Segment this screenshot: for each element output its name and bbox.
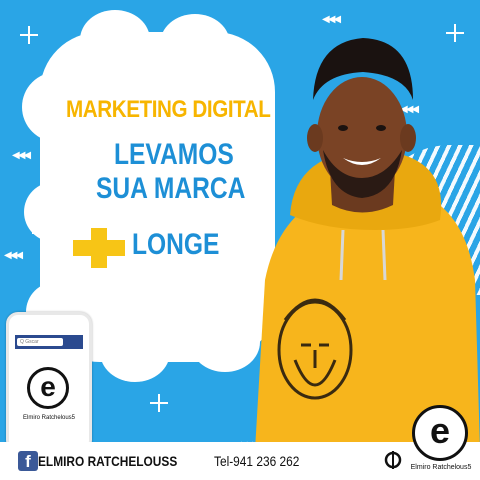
ad-poster: ◀◀◀ ◀◀◀ ◀◀◀ ◀◀◀ ◀◀◀ ◀◀◀ ◀◀◀ MARKETING DI… [0,0,480,480]
arrows-icon: ◀◀◀ [4,250,23,261]
brand-logo-icon: e [27,367,69,409]
headline-levamos: LEVAMOS [114,138,234,171]
brand-logo-letter: e [40,371,56,402]
sparkle-icon [20,26,38,44]
phone-search-field: Q Gscar [17,338,63,346]
facebook-page-name: ELMIRO RATCHELOUSS [38,453,178,469]
facebook-icon: f [18,451,38,471]
footer-logo-letter: e [429,410,451,451]
phone-number: Tel-941 236 262 [214,453,300,469]
footer-brand-name: Elmiro Ratchelous5 [410,464,472,471]
sparkle-icon [150,394,168,412]
arrows-icon: ◀◀◀ [322,14,341,25]
headline-longe: LONGE [132,228,220,261]
sparkle-icon [32,224,50,242]
arrows-icon: ◀◀◀ [12,150,31,161]
brand-mark-icon [384,451,402,469]
headline-marketing: MARKETING DIGITAL [66,96,271,123]
man-in-yellow-hoodie-image [255,38,480,450]
footer-logo-icon: e [412,405,468,461]
headline-sua-marca: SUA MARCA [96,172,246,205]
phone-mockup: Q Gscar e Elmiro Ratchelous5 [6,312,92,452]
plus-icon [73,228,125,268]
phone-brand-name: Elmiro Ratchelous5 [22,415,76,421]
